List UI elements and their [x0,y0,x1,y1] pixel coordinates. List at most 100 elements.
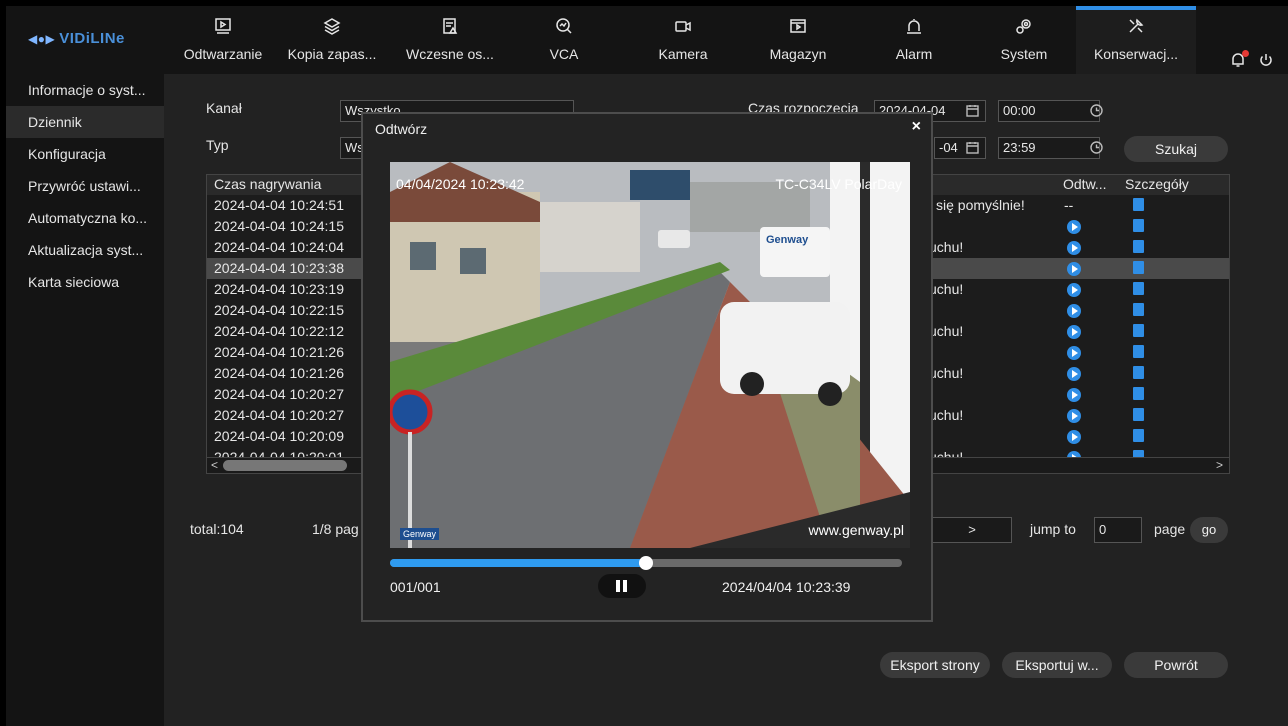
details-icon[interactable] [1133,387,1144,400]
back-button[interactable]: Powrót [1124,652,1228,678]
go-button[interactable]: go [1190,517,1228,543]
play-icon[interactable] [1067,388,1081,402]
record-time-cell: 2024-04-04 10:22:12 [214,323,344,339]
sidebar-item-system-info[interactable]: Informacje o syst... [6,74,164,106]
details-icon[interactable] [1133,198,1144,211]
nav-maintenance[interactable]: Konserwacj... [1076,6,1196,74]
play-icon[interactable] [1067,304,1081,318]
page-label: page [1154,521,1186,537]
type-label: Typ [206,137,229,153]
nav-system[interactable]: System [986,6,1062,74]
dialog-title: Odtwórz [375,121,428,137]
details-icon[interactable] [1133,366,1144,379]
play-icon[interactable] [1067,346,1081,360]
vca-icon [555,6,573,38]
play-icon[interactable] [1067,220,1081,234]
camera-icon [674,6,692,38]
top-right-tools [1230,50,1274,71]
export-page-button[interactable]: Eksport strony [880,652,990,678]
play-icon[interactable] [1067,430,1081,444]
clock-icon[interactable] [1090,104,1103,120]
details-icon[interactable] [1133,303,1144,316]
sidebar-item-system-update[interactable]: Aktualizacja syst... [6,234,164,266]
alert-icon [441,6,459,38]
scroll-thumb[interactable] [223,460,347,471]
nav-storage[interactable]: Magazyn [756,6,840,74]
col-details: Szczegóły [1125,176,1189,192]
sidebar-item-network-card[interactable]: Karta sieciowa [6,266,164,298]
nav-vca[interactable]: VCA [534,6,594,74]
play-icon[interactable] [1067,409,1081,423]
next-page-button[interactable]: > [928,517,1012,543]
scroll-left-icon[interactable]: < [211,458,218,472]
nav-label: Odtwarzanie [183,46,263,62]
end-time-field[interactable]: 23:59 [998,137,1100,159]
brand-logo: ◀●▶ VIDiLINe [28,30,125,47]
nav-camera[interactable]: Kamera [646,6,720,74]
sidebar: Informacje o syst... Dziennik Konfigurac… [6,74,164,726]
total-count: total:104 [190,521,244,537]
export-all-button[interactable]: Eksportuj w... [1002,652,1112,678]
jump-page-input[interactable]: 0 [1094,517,1142,543]
details-icon[interactable] [1133,345,1144,358]
details-icon[interactable] [1133,282,1144,295]
nav-label: Wczesne os... [406,46,494,62]
play-icon[interactable] [1067,325,1081,339]
details-icon[interactable] [1133,219,1144,232]
play-icon[interactable] [1067,262,1081,276]
message-cell: uchu! [929,239,964,255]
video-player[interactable]: 04/04/2024 10:23:42 TC-C34LV PolarDay Ge… [390,162,910,548]
channel-label: Kanał [206,100,242,116]
details-icon[interactable] [1133,408,1144,421]
alarm-icon [905,6,923,38]
nav-playback[interactable]: Odtwarzanie [174,6,272,74]
maintenance-icon [1127,6,1145,38]
col-record-time: Czas nagrywania [214,176,322,192]
notification-dot [1242,50,1249,57]
record-time-cell: 2024-04-04 10:24:51 [214,197,344,213]
message-cell: ł się pomyślnie! [929,197,1025,213]
power-icon[interactable] [1258,52,1274,71]
calendar-icon[interactable] [966,104,979,120]
nav-early-warning[interactable]: Wczesne os... [398,6,502,74]
details-icon[interactable] [1133,429,1144,442]
scroll-right-icon[interactable]: > [1216,458,1223,472]
details-icon[interactable] [1133,240,1144,253]
pause-button[interactable] [598,574,646,598]
progress-knob[interactable] [639,556,653,570]
search-button[interactable]: Szukaj [1124,136,1228,162]
playback-timestamp: 2024/04/04 10:23:39 [722,579,851,595]
record-time-cell: 2024-04-04 10:22:15 [214,302,344,318]
sidebar-item-log[interactable]: Dziennik [6,106,164,138]
storage-icon [789,6,807,38]
playback-progress-bar[interactable] [390,556,902,570]
message-cell: uchu! [929,281,964,297]
nav-alarm[interactable]: Alarm [882,6,946,74]
camera-frame-image [390,162,910,548]
nav-label: Magazyn [769,46,827,62]
nav-label: Konserwacj... [1093,46,1179,62]
record-time-cell: 2024-04-04 10:20:27 [214,407,344,423]
record-time-cell: 2024-04-04 10:20:27 [214,386,344,402]
backup-icon [323,6,341,38]
play-icon[interactable] [1067,283,1081,297]
close-icon[interactable]: × [912,118,921,136]
nav-backup[interactable]: Kopia zapas... [280,6,384,74]
details-icon[interactable] [1133,324,1144,337]
top-nav-bar: ◀●▶ VIDiLINe Odtwarzanie Kopia zapas... W… [6,6,1288,74]
osd-timestamp: 04/04/2024 10:23:42 [396,176,525,192]
sidebar-item-auto-maintenance[interactable]: Automatyczna ko... [6,202,164,234]
notification-bell-icon[interactable] [1230,50,1249,71]
record-time-cell: 2024-04-04 10:21:26 [214,365,344,381]
eye-icon: ◀●▶ [28,32,56,46]
brand-logo-text: VIDiLINe [59,30,125,47]
sidebar-item-restore-defaults[interactable]: Przywróć ustawi... [6,170,164,202]
calendar-icon[interactable] [966,141,979,157]
play-icon[interactable] [1067,241,1081,255]
record-time-cell: 2024-04-04 10:23:19 [214,281,344,297]
sidebar-item-configuration[interactable]: Konfiguracja [6,138,164,170]
start-time-field[interactable]: 00:00 [998,100,1100,122]
clock-icon[interactable] [1090,141,1103,157]
play-icon[interactable] [1067,367,1081,381]
details-icon[interactable] [1133,261,1144,274]
